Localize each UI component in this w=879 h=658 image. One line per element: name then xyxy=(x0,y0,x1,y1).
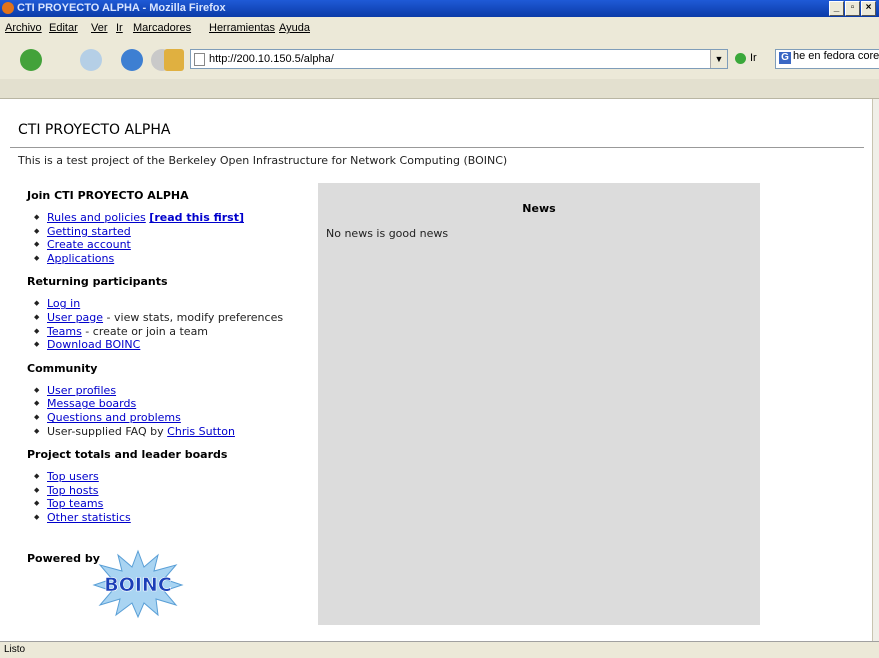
join-list: Rules and policies [read this first] Get… xyxy=(27,211,317,265)
returning-list: Log in User page - view stats, modify pr… xyxy=(27,297,317,351)
menu-bar: Archivo Editar Ver Ir Marcadores Herrami… xyxy=(0,17,879,39)
url-text: http://200.10.150.5/alpha/ xyxy=(209,53,334,65)
reload-button[interactable] xyxy=(121,49,143,71)
list-item: Top users xyxy=(34,470,317,484)
list-item: Other statistics xyxy=(34,511,317,525)
top-hosts-link[interactable]: Top hosts xyxy=(47,484,99,497)
faq-author-link[interactable]: Chris Sutton xyxy=(167,425,235,438)
boinc-logo[interactable]: BOINC xyxy=(92,549,184,619)
page-title: CTI PROYECTO ALPHA xyxy=(18,122,171,138)
list-item: Download BOINC xyxy=(34,338,317,352)
go-button[interactable]: Ir xyxy=(735,52,757,64)
minimize-button[interactable]: _ xyxy=(829,1,844,16)
applications-link[interactable]: Applications xyxy=(47,252,114,265)
page-viewport: CTI PROYECTO ALPHA This is a test projec… xyxy=(0,99,872,641)
download-boinc-link[interactable]: Download BOINC xyxy=(47,338,140,351)
url-dropdown-button[interactable]: ▼ xyxy=(710,50,727,68)
community-list: User profiles Message boards Questions a… xyxy=(27,384,317,438)
powered-by-label: Powered by xyxy=(27,552,100,565)
top-teams-link[interactable]: Top teams xyxy=(47,497,103,510)
go-icon xyxy=(735,52,746,64)
user-page-link[interactable]: User page xyxy=(47,311,103,324)
user-profiles-link[interactable]: User profiles xyxy=(47,384,116,397)
search-value: he en fedora core 2 xyxy=(793,50,879,62)
list-item: Message boards xyxy=(34,397,317,411)
menu-herramientas[interactable]: Herramientas xyxy=(209,22,275,34)
returning-heading: Returning participants xyxy=(27,275,168,289)
page-icon xyxy=(194,53,205,66)
top-users-link[interactable]: Top users xyxy=(47,470,99,483)
list-item: Rules and policies [read this first] xyxy=(34,211,317,225)
list-item: User-supplied FAQ by Chris Sutton xyxy=(34,424,317,439)
google-icon: G xyxy=(779,52,791,64)
search-field[interactable]: Ghe en fedora core 2 xyxy=(775,49,879,69)
other-statistics-link[interactable]: Other statistics xyxy=(47,511,131,524)
back-button[interactable] xyxy=(20,49,42,71)
firefox-icon xyxy=(2,2,14,14)
left-column: Join CTI PROYECTO ALPHA Rules and polici… xyxy=(27,189,317,535)
totals-list: Top users Top hosts Top teams Other stat… xyxy=(27,470,317,524)
getting-started-link[interactable]: Getting started xyxy=(47,225,131,238)
list-item: Top teams xyxy=(34,497,317,511)
list-item: Create account xyxy=(34,238,317,252)
teams-note: - create or join a team xyxy=(81,324,209,338)
url-bar[interactable]: http://200.10.150.5/alpha/ ▼ xyxy=(190,49,728,69)
close-button[interactable]: × xyxy=(861,1,876,16)
news-body: No news is good news xyxy=(326,227,449,240)
menu-marcadores[interactable]: Marcadores xyxy=(133,22,191,34)
boinc-logo-text: BOINC xyxy=(104,574,172,596)
teams-link[interactable]: Teams xyxy=(47,325,82,338)
community-heading: Community xyxy=(27,361,98,375)
message-boards-link[interactable]: Message boards xyxy=(47,397,136,410)
title-divider xyxy=(10,147,864,148)
read-first-link[interactable]: [read this first] xyxy=(149,211,244,224)
news-panel: News No news is good news xyxy=(318,183,760,625)
project-description: This is a test project of the Berkeley O… xyxy=(18,154,508,167)
bookmarks-toolbar xyxy=(0,79,879,99)
list-item: Top hosts xyxy=(34,484,317,498)
navigation-toolbar: http://200.10.150.5/alpha/ ▼ Ir Ghe en f… xyxy=(0,39,879,80)
menu-editar[interactable]: Editar xyxy=(49,22,78,34)
questions-link[interactable]: Questions and problems xyxy=(47,411,181,424)
window-title: CTI PROYECTO ALPHA - Mozilla Firefox xyxy=(17,2,226,14)
home-button[interactable] xyxy=(164,49,184,71)
list-item: Teams - create or join a team xyxy=(34,324,317,339)
create-account-link[interactable]: Create account xyxy=(47,238,131,251)
join-heading: Join CTI PROYECTO ALPHA xyxy=(27,189,189,202)
menu-ver[interactable]: Ver xyxy=(91,22,108,34)
totals-heading: Project totals and leader boards xyxy=(27,448,228,462)
forward-button[interactable] xyxy=(80,49,102,71)
vertical-scrollbar[interactable] xyxy=(872,99,879,641)
rules-link[interactable]: Rules and policies xyxy=(47,211,146,224)
menu-archivo[interactable]: Archivo xyxy=(5,22,42,34)
status-bar: Listo xyxy=(0,641,879,658)
list-item: Log in xyxy=(34,297,317,311)
user-page-note: - view stats, modify preferences xyxy=(103,310,284,324)
status-text: Listo xyxy=(4,644,26,655)
menu-ayuda[interactable]: Ayuda xyxy=(279,22,310,34)
log-in-link[interactable]: Log in xyxy=(47,297,80,310)
list-item: Questions and problems xyxy=(34,411,317,425)
list-item: User profiles xyxy=(34,384,317,398)
go-label: Ir xyxy=(750,52,757,64)
list-item: User page - view stats, modify preferenc… xyxy=(34,310,317,325)
list-item: Getting started xyxy=(34,225,317,239)
list-item: Applications xyxy=(34,252,317,266)
faq-prefix: User-supplied FAQ by xyxy=(47,424,168,438)
window-titlebar: CTI PROYECTO ALPHA - Mozilla Firefox _ ▫… xyxy=(0,0,879,17)
maximize-button[interactable]: ▫ xyxy=(845,1,860,16)
news-title: News xyxy=(522,202,556,215)
menu-ir[interactable]: Ir xyxy=(116,22,123,34)
